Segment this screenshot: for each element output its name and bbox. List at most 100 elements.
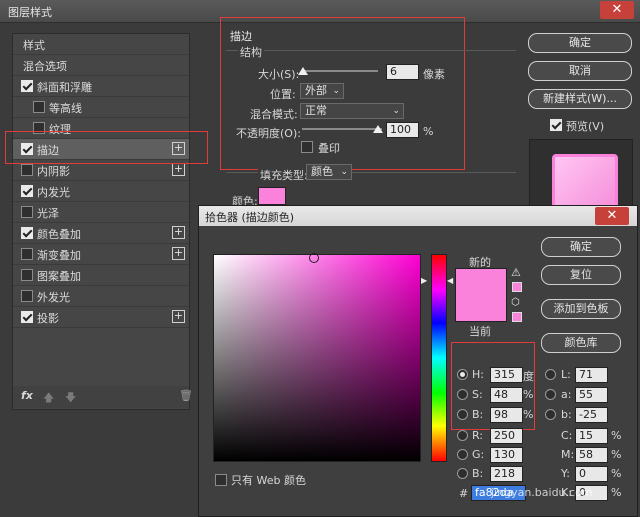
sidebar-item-label: 斜面和浮雕 [37, 81, 92, 94]
black-unit: % [611, 486, 622, 499]
red-label: R: [472, 429, 484, 442]
watermark-text: jingyan.baidu.com [491, 486, 593, 499]
sidebar-item-label: 样式 [23, 39, 45, 52]
size-slider[interactable] [302, 70, 378, 72]
green-input[interactable]: 130 [490, 447, 523, 463]
hue-input[interactable]: 315 [490, 367, 523, 383]
size-slider-knob[interactable] [298, 67, 308, 75]
lab-b-label: b: [561, 408, 572, 421]
sidebar-item-checkbox[interactable] [21, 185, 33, 197]
sidebar-item[interactable]: 渐变叠加 + [13, 244, 189, 265]
color-picker-dialog: 拾色器 (描边颜色) ✕ ▶ ◀ 新的 当前 ⚠ ⬡ 确定 复位 添加到色板 颜… [198, 205, 638, 517]
blue-input[interactable]: 218 [490, 466, 523, 482]
opacity-slider-knob[interactable] [373, 125, 383, 133]
picker-reset-button[interactable]: 复位 [541, 265, 621, 285]
lab-b-input[interactable]: -25 [575, 407, 608, 423]
saturation-input[interactable]: 48 [490, 387, 523, 403]
lab-a-radio[interactable] [545, 389, 556, 400]
web-safe-cube-icon[interactable]: ⬡ [511, 297, 520, 308]
overprint-checkbox[interactable] [301, 141, 313, 153]
lab-l-radio[interactable] [545, 369, 556, 380]
structure-group-title: 结构 [238, 44, 264, 60]
sidebar-item-label: 图案叠加 [37, 270, 81, 283]
hue-unit: 度 [523, 370, 534, 383]
sidebar-item[interactable]: 混合选项 [13, 55, 189, 76]
web-colors-only-checkbox[interactable] [215, 474, 227, 486]
sidebar-item[interactable]: 投影 + [13, 307, 189, 328]
highlight-stroke-item [5, 131, 208, 164]
style-preview-thumbnail [529, 139, 633, 220]
lab-a-input[interactable]: 55 [575, 387, 608, 403]
hue-radio[interactable] [457, 369, 468, 380]
trash-icon[interactable]: 🗑 [179, 389, 193, 402]
sidebar-item-checkbox[interactable] [33, 101, 45, 113]
blue-radio[interactable] [457, 468, 468, 479]
picker-ok-button[interactable]: 确定 [541, 237, 621, 257]
new-style-button[interactable]: 新建样式(W)... [528, 89, 632, 109]
sidebar-item[interactable]: 内发光 [13, 181, 189, 202]
ok-button[interactable]: 确定 [528, 33, 632, 53]
position-select[interactable]: 外部 ⌄ [300, 83, 344, 99]
brightness-input[interactable]: 98 [490, 407, 523, 423]
sidebar-item-checkbox[interactable] [21, 227, 33, 239]
sidebar-item[interactable]: 颜色叠加 + [13, 223, 189, 244]
sidebar-item[interactable]: 等高线 [13, 97, 189, 118]
sidebar-item[interactable]: 外发光 [13, 286, 189, 307]
sidebar-item-checkbox[interactable] [21, 290, 33, 302]
color-library-button[interactable]: 颜色库 [541, 333, 621, 353]
hue-slider-left-arrow[interactable]: ▶ [421, 276, 427, 285]
green-radio[interactable] [457, 449, 468, 460]
saturation-radio[interactable] [457, 389, 468, 400]
gamut-warning-swatch[interactable] [512, 282, 522, 292]
color-field[interactable] [213, 253, 421, 462]
sidebar-item-label: 等高线 [49, 102, 82, 115]
hue-slider-right-arrow[interactable]: ◀ [447, 276, 453, 285]
add-effect-icon[interactable]: + [172, 310, 185, 323]
color-picker-close-button[interactable]: ✕ [595, 207, 629, 225]
cyan-input[interactable]: 15 [575, 428, 608, 444]
red-radio[interactable] [457, 430, 468, 441]
add-effect-icon[interactable]: + [172, 163, 185, 176]
sidebar-item[interactable]: 图案叠加 [13, 265, 189, 286]
fx-icon[interactable]: fx [21, 389, 33, 402]
opacity-slider[interactable] [302, 128, 382, 130]
sidebar-item-checkbox[interactable] [21, 269, 33, 281]
add-to-swatches-button[interactable]: 添加到色板 [541, 299, 621, 319]
sidebar-item-checkbox[interactable] [21, 311, 33, 323]
list-footer: fx 🡅 🡇 🗑 [13, 386, 193, 408]
cancel-button[interactable]: 取消 [528, 61, 632, 81]
color-field-cursor[interactable] [309, 253, 319, 263]
sidebar-item-checkbox[interactable] [21, 248, 33, 260]
magenta-input[interactable]: 58 [575, 447, 608, 463]
size-input[interactable]: 6 [386, 64, 419, 80]
sidebar-item-checkbox[interactable] [21, 80, 33, 92]
move-up-icon[interactable]: 🡅 [43, 389, 54, 408]
brightness-radio[interactable] [457, 409, 468, 420]
sidebar-item[interactable]: 斜面和浮雕 [13, 76, 189, 97]
sidebar-item[interactable]: 光泽 [13, 202, 189, 223]
move-down-icon[interactable]: 🡇 [65, 389, 76, 408]
sidebar-item-checkbox[interactable] [21, 164, 33, 176]
style-list: 样式 混合选项 斜面和浮雕 等高线 纹理 描边 + 内阴影 + 内发光 光泽 颜色叠加 + 渐变叠加 + 图案… [12, 33, 193, 410]
gamut-warning-icon[interactable]: ⚠ [511, 266, 521, 279]
preview-checkbox[interactable] [550, 119, 562, 131]
add-effect-icon[interactable]: + [172, 247, 185, 260]
web-safe-swatch[interactable] [512, 312, 522, 322]
lab-l-input[interactable]: 71 [575, 367, 608, 383]
hue-slider[interactable] [431, 254, 447, 462]
yellow-input[interactable]: 0 [575, 466, 608, 482]
position-select-value: 外部 [305, 84, 327, 97]
lab-b-radio[interactable] [545, 409, 556, 420]
blend-mode-select[interactable]: 正常 ⌄ [300, 103, 404, 119]
sidebar-item-label: 混合选项 [23, 60, 67, 73]
color-swatch[interactable] [258, 187, 286, 205]
window-close-button[interactable]: ✕ [600, 1, 634, 19]
yellow-label: Y: [561, 467, 570, 480]
add-effect-icon[interactable]: + [172, 226, 185, 239]
sidebar-item-checkbox[interactable] [21, 206, 33, 218]
sidebar-item[interactable]: 样式 [13, 34, 189, 55]
opacity-input[interactable]: 100 [386, 122, 419, 138]
red-input[interactable]: 250 [490, 428, 523, 444]
fill-type-select[interactable]: 颜色 ⌄ [306, 164, 352, 180]
cyan-unit: % [611, 429, 622, 442]
